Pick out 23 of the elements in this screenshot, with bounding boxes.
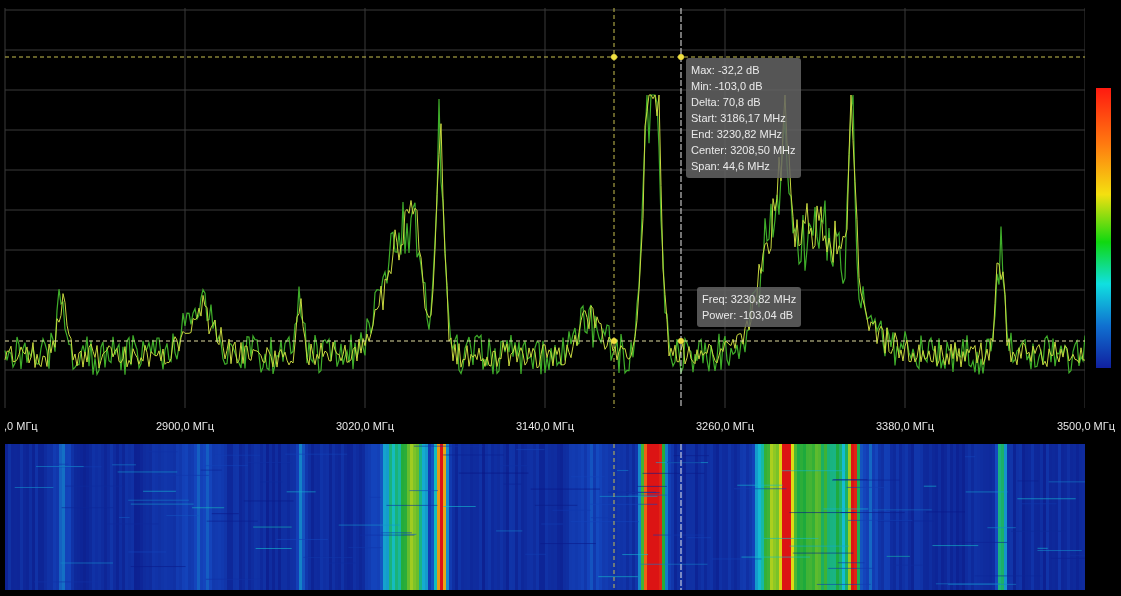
marker-dot[interactable] — [611, 338, 617, 344]
axis-label: 3500,0 МГц — [1055, 420, 1116, 432]
axis-label: 3260,0 МГц — [694, 420, 756, 432]
tooltip-line: Center: 3208,50 MHz — [691, 143, 796, 158]
tooltip-line: Freq: 3230,82 MHz — [702, 292, 797, 307]
tooltip-line: Power: -103,04 dB — [702, 308, 795, 323]
axis-label: 2900,0 МГц — [154, 420, 216, 432]
marker-line[interactable] — [4, 340, 1085, 342]
axis-label: 3020,0 МГц — [334, 420, 396, 432]
marker-line[interactable] — [613, 7, 615, 408]
tooltip-line: Delta: 70,8 dB — [691, 95, 762, 110]
axis-label: 3380,0 МГц — [874, 420, 936, 432]
marker-dot[interactable] — [611, 54, 617, 60]
axis-label: 3140,0 МГц — [514, 420, 576, 432]
tooltip-line: End: 3230,82 MHz — [691, 127, 784, 142]
marker-dot[interactable] — [678, 338, 684, 344]
marker-dot[interactable] — [678, 54, 684, 60]
tooltip-line: Min: -103,0 dB — [691, 79, 764, 94]
marker-line[interactable] — [4, 56, 1085, 58]
axis-label: ,0 МГц — [3, 420, 39, 432]
tooltip-line: Max: -32,2 dB — [691, 63, 761, 78]
tooltip-line: Start: 3186,17 MHz — [691, 111, 787, 126]
tooltip-line: Span: 44,6 MHz — [691, 159, 771, 174]
